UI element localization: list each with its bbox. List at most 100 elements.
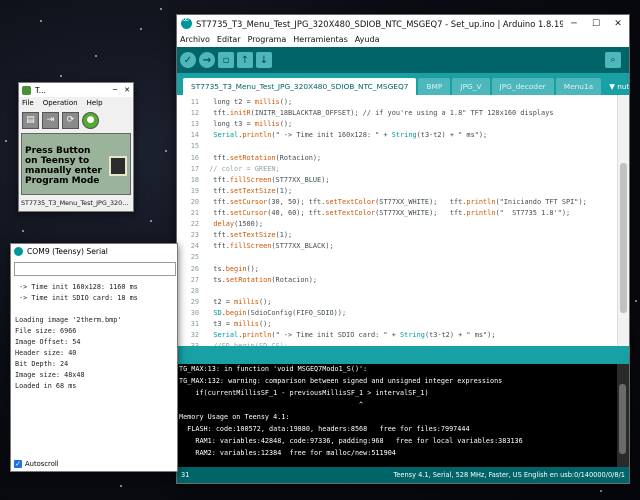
code-text: tft.setTextSize(1); xyxy=(205,186,293,195)
code-text: t2 = millis(); xyxy=(205,297,272,306)
teensy-loader-window: T... ─ ✕ File Operation Help ▤ ⇥ ⟳ ● Pre… xyxy=(18,82,134,212)
current-line-number: 31 xyxy=(181,471,190,479)
serial-monitor-button[interactable]: ⌕ xyxy=(605,52,621,68)
arrow-down-icon: ↓ xyxy=(259,54,269,66)
menu-file[interactable]: File xyxy=(22,99,34,107)
close-icon[interactable]: ✕ xyxy=(121,86,133,94)
console-line: ^ xyxy=(179,401,364,409)
tab-jpg-decoder[interactable]: JPG_decoder xyxy=(491,78,554,95)
code-line[interactable]: 30 SD.begin(SdioConfig(FIFO_SDIO)); xyxy=(177,309,617,321)
tabs-dropdown-button[interactable]: ▼ nuth xyxy=(603,78,629,95)
code-line[interactable]: 32 Serial.println(" -> Time init SDIO ca… xyxy=(177,331,617,343)
code-line[interactable]: 28 xyxy=(177,287,617,299)
code-text: tft.setTextSize(1); xyxy=(205,231,293,240)
line-number: 29 xyxy=(190,297,199,306)
auto-mode-button[interactable]: ● xyxy=(82,111,99,129)
code-line[interactable]: 17 // color = GREEN; xyxy=(177,165,617,177)
code-line[interactable]: 21 tft.setCursor(40, 60); tft.setTextCol… xyxy=(177,209,617,221)
board-info: Teensy 4.1, Serial, 528 MHz, Faster, US … xyxy=(393,471,625,479)
magnifier-icon: ⌕ xyxy=(610,55,616,65)
program-button[interactable]: ⇥ xyxy=(42,111,59,129)
serial-title: COM9 (Teensy) Serial xyxy=(27,247,108,256)
serial-monitor-window: COM9 (Teensy) Serial -> Time init 160x12… xyxy=(10,243,178,472)
line-number: 12 xyxy=(190,109,199,118)
menu-ayuda[interactable]: Ayuda xyxy=(355,35,380,44)
code-text: Serial.println(" -> Time init 160x128: "… xyxy=(213,131,488,140)
autoscroll-checkbox[interactable]: ✓ xyxy=(14,460,22,468)
arduino-logo-icon xyxy=(181,15,192,29)
upload-button[interactable]: → xyxy=(199,52,215,68)
code-editor[interactable]: 11 long t2 = millis(); 12 tft.initR(INITR… xyxy=(177,95,617,346)
save-button[interactable]: ↓ xyxy=(256,52,272,68)
code-line[interactable]: 29 t2 = millis(); xyxy=(177,298,617,310)
tab-jpg-v[interactable]: JPG_V xyxy=(452,78,490,95)
autoscroll-option[interactable]: ✓ Autoscroll xyxy=(14,458,59,470)
close-icon[interactable]: ✕ xyxy=(607,19,629,29)
code-line[interactable]: 11 long t2 = millis(); xyxy=(177,98,617,110)
code-line[interactable]: 23 tft.setTextSize(1); xyxy=(177,231,617,243)
serial-line: File size: 6966 xyxy=(15,327,77,335)
menu-herramientas[interactable]: Herramientas xyxy=(293,35,348,44)
code-line[interactable]: 13 long t3 = millis(); xyxy=(177,120,617,132)
menu-programa[interactable]: Programa xyxy=(248,35,287,44)
code-text: tft.setCursor(30, 50); tft.setTextColor(… xyxy=(205,197,587,206)
code-text: tft.setRotation(Rotacion); xyxy=(205,153,322,162)
code-text: tft.initR(INITR_18BLACKTAB_OFFSET); // i… xyxy=(205,109,554,118)
code-line[interactable]: 27 ts.setRotation(Rotacion); xyxy=(177,276,617,288)
code-line[interactable]: 14 Serial.println(" -> Time init 160x128… xyxy=(177,131,617,143)
console-scrollbar-thumb[interactable] xyxy=(619,384,626,454)
serial-send-input[interactable] xyxy=(14,262,176,276)
ide-footer: 31 Teensy 4.1, Serial, 528 MHz, Faster, … xyxy=(177,467,629,483)
line-number: 24 xyxy=(190,242,199,251)
code-line[interactable]: 26 ts.begin(); xyxy=(177,265,617,277)
editor-scrollbar[interactable] xyxy=(617,95,629,346)
verify-button[interactable]: ✓ xyxy=(180,52,196,68)
code-line[interactable]: 22 delay(1500); xyxy=(177,220,617,232)
code-text: SD.begin(SdioConfig(FIFO_SDIO)); xyxy=(213,308,347,317)
menu-help[interactable]: Help xyxy=(87,99,103,107)
code-line[interactable]: 18 tft.fillScreen(ST77XX_BLUE); xyxy=(177,176,617,188)
code-line[interactable]: 15 xyxy=(177,142,617,154)
reboot-icon: ⟳ xyxy=(66,115,75,125)
line-number: 26 xyxy=(190,264,199,273)
autoscroll-label: Autoscroll xyxy=(25,460,59,468)
reboot-button[interactable]: ⟳ xyxy=(62,111,79,129)
teensy-title: T... xyxy=(35,85,46,95)
code-line[interactable]: 16 tft.setRotation(Rotacion); xyxy=(177,154,617,166)
code-line[interactable]: 12 tft.initR(INITR_18BLACKTAB_OFFSET); /… xyxy=(177,109,617,121)
code-line[interactable]: 31 t3 = millis(); xyxy=(177,320,617,332)
minimize-icon[interactable]: ─ xyxy=(109,86,121,94)
line-number: 16 xyxy=(190,153,199,162)
code-line[interactable]: 20 tft.setCursor(30, 50); tft.setTextCol… xyxy=(177,198,617,210)
serial-line: -> Time init SDIO card: 18 ms xyxy=(15,294,138,302)
console-line: Memory Usage on Teensy 4.1: xyxy=(179,413,290,421)
serial-output: -> Time init 160x128: 1160 ms -> Time in… xyxy=(14,280,176,456)
editor-scrollbar-thumb[interactable] xyxy=(620,163,627,313)
teensy-instruction-image: Press Button on Teensy to manually enter… xyxy=(21,133,131,195)
code-line[interactable]: 25 xyxy=(177,253,617,265)
code-line[interactable]: 19 tft.setTextSize(1); xyxy=(177,187,617,199)
teensy-menubar: File Operation Help xyxy=(19,97,133,109)
menu-archivo[interactable]: Archivo xyxy=(180,35,210,44)
menu-editar[interactable]: Editar xyxy=(217,35,241,44)
code-line[interactable]: 24 tft.fillScreen(ST77XX_BLACK); xyxy=(177,242,617,254)
open-hex-button[interactable]: ▤ xyxy=(22,111,39,129)
line-number: 30 xyxy=(190,308,199,317)
serial-line: -> Time init 160x128: 1160 ms xyxy=(15,283,138,291)
serial-line: Loaded in 68 ms xyxy=(15,382,77,390)
program-icon: ⇥ xyxy=(46,115,55,125)
menu-operation[interactable]: Operation xyxy=(43,99,78,107)
line-number: 17 xyxy=(190,164,199,173)
serial-line: Image size: 48x48 xyxy=(15,371,85,379)
tab-bmp[interactable]: BMP xyxy=(418,78,451,95)
maximize-icon[interactable]: ☐ xyxy=(585,19,607,29)
open-button[interactable]: ↑ xyxy=(237,52,253,68)
ide-title: ST7735_T3_Menu_Test_JPG_320X480_SDIOB_NT… xyxy=(196,18,563,29)
compiler-console[interactable]: TG_MAX:13: in function 'void MSGEQ7Modo1… xyxy=(177,364,617,467)
new-button[interactable]: ▫ xyxy=(218,52,234,68)
console-line: TG_MAX:132: warning: comparison between … xyxy=(179,377,503,385)
tab-menu1a[interactable]: Menu1a xyxy=(555,78,602,95)
tab-main-sketch[interactable]: ST7735_T3_Menu_Test_JPG_320X480_SDIOB_NT… xyxy=(183,78,417,95)
minimize-icon[interactable]: ─ xyxy=(563,19,585,29)
console-scrollbar[interactable] xyxy=(617,364,629,467)
